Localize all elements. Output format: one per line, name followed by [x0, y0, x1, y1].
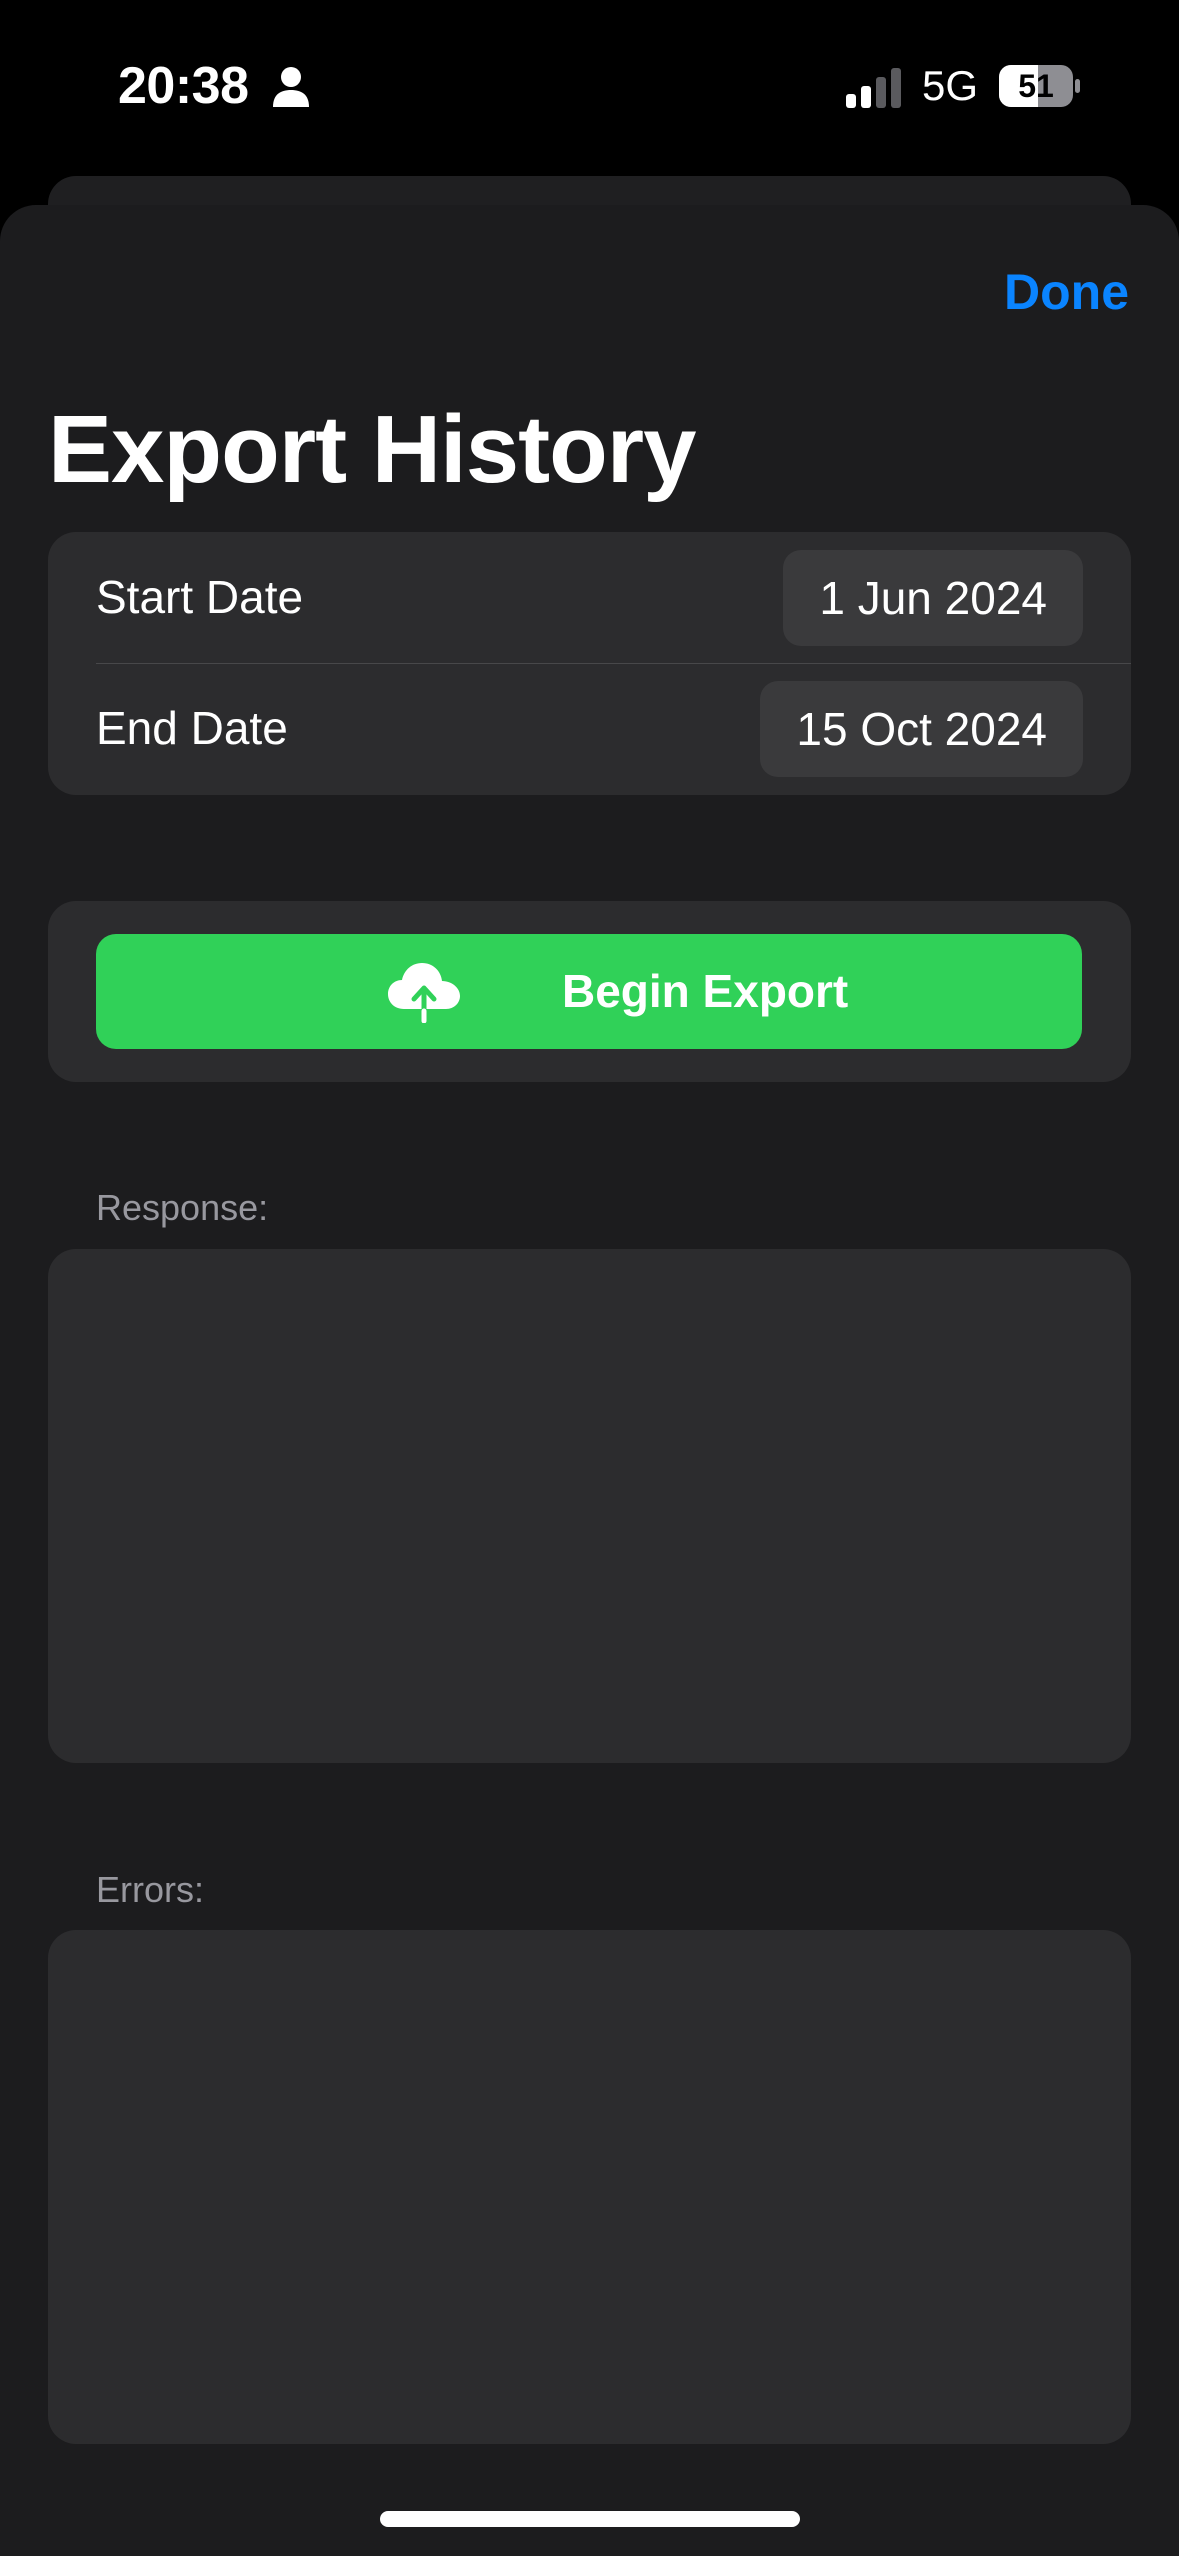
battery-level: 51	[1018, 68, 1054, 104]
status-time: 20:38	[118, 57, 249, 115]
status-bar: 20:38 5G 51	[0, 0, 1179, 170]
end-date-label: End Date	[96, 702, 288, 754]
done-button[interactable]: Done	[1004, 262, 1129, 322]
cellular-signal-icon	[846, 68, 901, 108]
home-indicator[interactable]	[380, 2511, 800, 2527]
person-icon	[273, 67, 309, 107]
start-date-picker[interactable]: 1 Jun 2024	[783, 550, 1083, 646]
response-text-area[interactable]	[48, 1249, 1131, 1763]
errors-caption: Errors:	[96, 1869, 204, 1910]
response-caption: Response:	[96, 1187, 269, 1228]
cloud-upload-icon	[388, 963, 460, 1023]
errors-text-area[interactable]	[48, 1930, 1131, 2444]
network-type: 5G	[922, 62, 979, 109]
start-date-label: Start Date	[96, 571, 304, 623]
begin-export-label: Begin Export	[562, 965, 849, 1017]
start-date-row: Start Date 1 Jun 2024	[48, 532, 1131, 663]
end-date-row: End Date 15 Oct 2024	[48, 663, 1131, 794]
begin-export-button[interactable]: Begin Export	[96, 934, 1082, 1049]
battery-indicator: 51	[998, 64, 1082, 108]
end-date-picker[interactable]: 15 Oct 2024	[760, 681, 1083, 777]
export-group: Begin Export	[48, 901, 1131, 1082]
page-title: Export History	[48, 396, 696, 503]
date-range-group: Start Date 1 Jun 2024 End Date 15 Oct 20…	[48, 532, 1131, 795]
